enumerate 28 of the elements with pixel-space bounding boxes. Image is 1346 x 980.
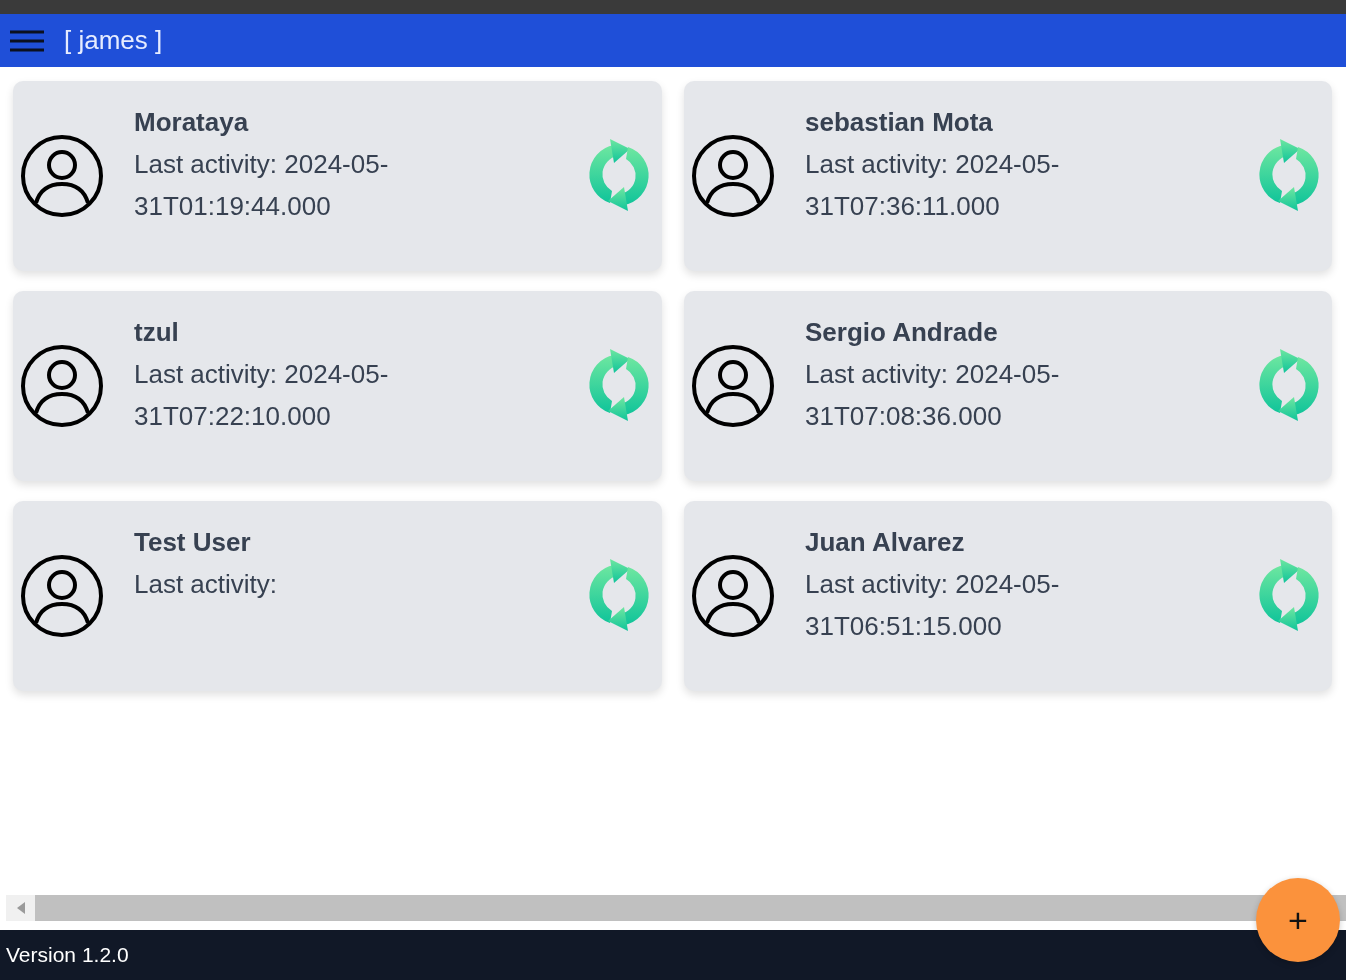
user-card[interactable]: Sergio Andrade Last activity: 2024-05-31T07:08:36.000 [684,291,1332,481]
user-avatar-icon [691,344,775,428]
user-avatar-icon [20,344,104,428]
user-avatar-icon [20,554,104,638]
version-label: Version 1.2.0 [6,943,129,967]
last-activity: Last activity: 2024-05-31T07:36:11.000 [805,148,1061,223]
add-button[interactable]: + [1256,878,1340,962]
user-title: [ james ] [64,25,163,56]
last-activity: Last activity: 2024-05-31T07:08:36.000 [805,358,1061,433]
user-name: sebastian Mota [805,106,994,139]
user-avatar-icon [20,134,104,218]
user-name: Test User [134,526,252,559]
user-name: Juan Alvarez [805,526,966,559]
user-card[interactable]: Juan Alvarez Last activity: 2024-05-31T06:51:15.000 [684,501,1332,691]
user-card[interactable]: Test User Last activity: [13,501,662,691]
user-card[interactable]: sebastian Mota Last activity: 2024-05-31T07:36:11.000 [684,81,1332,271]
user-name: Morataya [134,106,250,139]
user-avatar-icon [691,134,775,218]
last-activity: Last activity: 2024-05-31T06:51:15.000 [805,568,1061,643]
user-card[interactable]: Morataya Last activity: 2024-05-31T01:19:44.000 [13,81,662,271]
user-name: tzul [134,316,180,349]
last-activity: Last activity: 2024-05-31T01:19:44.000 [134,148,390,223]
user-avatar-icon [691,554,775,638]
menu-icon[interactable] [10,29,44,52]
user-name: Sergio Andrade [805,316,999,349]
user-card[interactable]: tzul Last activity: 2024-05-31T07:22:10.000 [13,291,662,481]
last-activity: Last activity: [134,568,279,601]
last-activity: Last activity: 2024-05-31T07:22:10.000 [134,358,390,433]
